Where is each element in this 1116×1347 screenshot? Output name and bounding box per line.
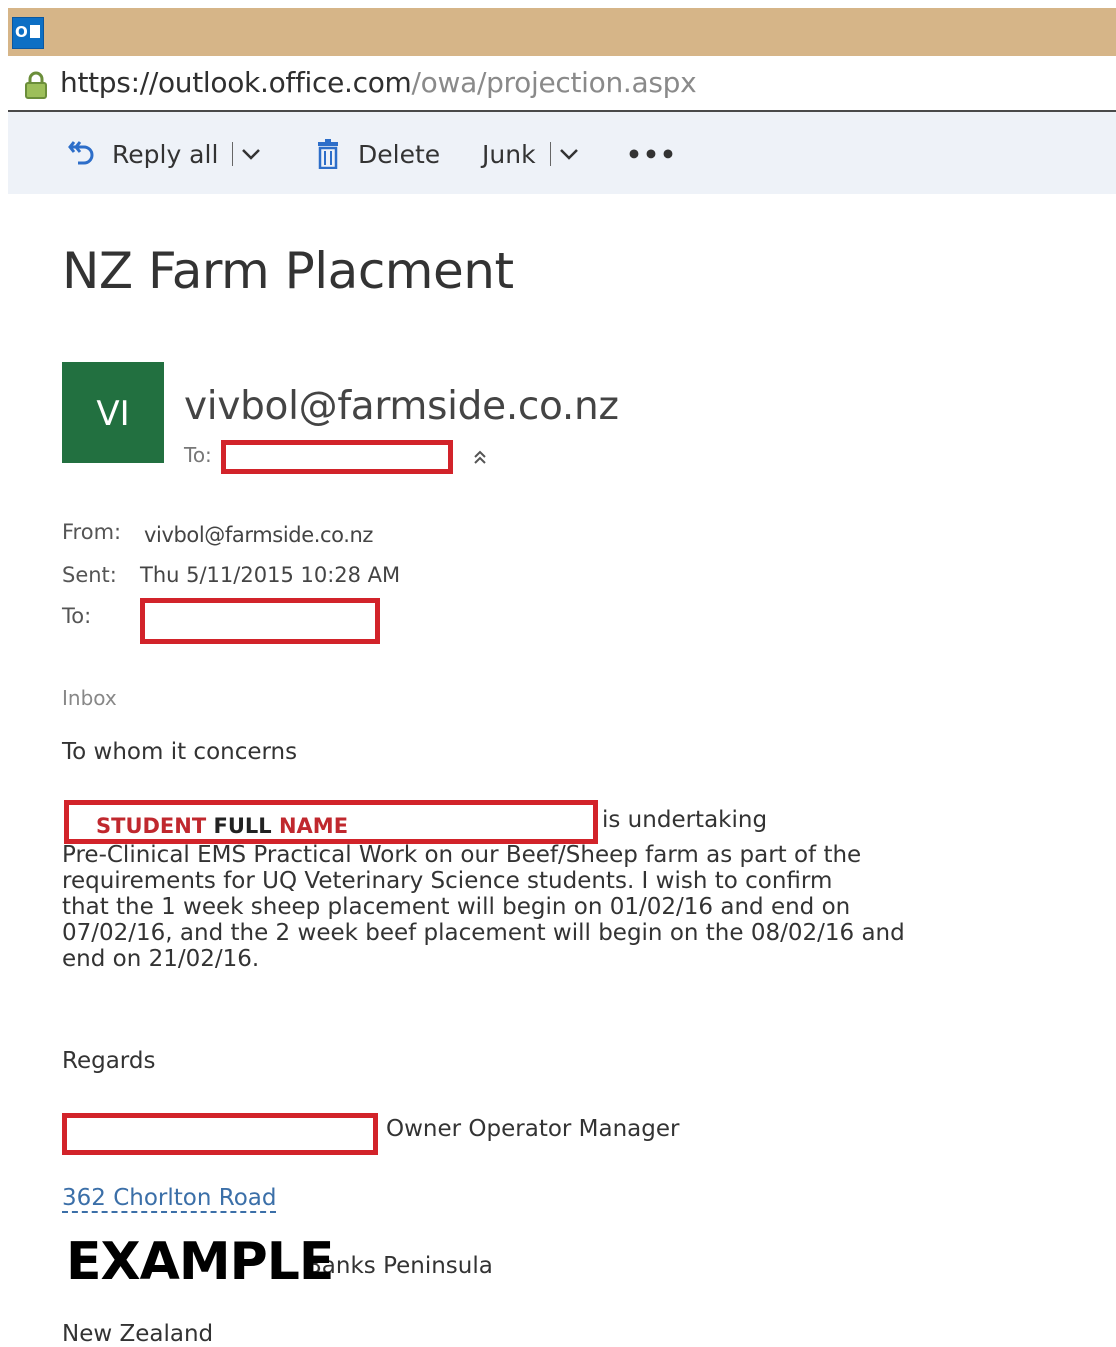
signature-title: Owner Operator Manager [386,1116,680,1142]
chevron-down-icon[interactable] [559,147,579,161]
message-subject: NZ Farm Placment [62,242,514,300]
recipient-redaction [140,598,380,644]
body-paragraph: Pre-Clinical EMS Practical Work on our B… [62,842,905,972]
outlook-logo-icon: O [12,17,44,49]
delete-button[interactable]: Delete [316,134,440,174]
address-line-2: Banks Peninsula [306,1253,493,1279]
junk-button[interactable]: Junk [482,134,579,174]
address-bar[interactable]: https://outlook.office.com/owa/projectio… [8,56,1116,112]
sender-email[interactable]: vivbol@farmside.co.nz [184,384,619,429]
sent-label: Sent: [62,563,117,587]
sent-value: Thu 5/11/2015 10:28 AM [140,563,401,587]
avatar[interactable]: VI [62,362,164,463]
reply-all-button[interactable]: Reply all [68,134,261,174]
regards-text: Regards [62,1048,156,1074]
example-watermark: EXAMPLE [66,1232,334,1292]
more-actions-button[interactable]: ••• [626,134,677,174]
url-text[interactable]: https://outlook.office.com/owa/projectio… [60,66,697,99]
from-value[interactable]: vivbol@farmside.co.nz [144,523,373,547]
folder-label[interactable]: Inbox [62,686,117,710]
undertaking-text: is undertaking [602,807,768,833]
student-name-placeholder: STUDENT FULL NAME [96,814,349,838]
address-line-3: New Zealand [62,1321,214,1347]
to-label: To: [184,443,212,467]
from-label: From: [62,520,122,544]
collapse-icon[interactable] [472,448,488,466]
more-icon: ••• [626,139,677,169]
reply-all-icon [68,141,94,165]
window-title-bar: O [8,8,1116,56]
signature-name-redaction [62,1113,378,1155]
lock-icon [25,71,47,99]
command-bar: Reply all Delete Junk ••• [8,112,1116,194]
trash-icon [318,139,338,169]
recipient-redaction [221,440,453,474]
chevron-down-icon[interactable] [241,147,261,161]
to-label: To: [62,604,92,628]
address-link[interactable]: 362 Chorlton Road [62,1185,277,1213]
greeting: To whom it concerns [62,739,298,765]
